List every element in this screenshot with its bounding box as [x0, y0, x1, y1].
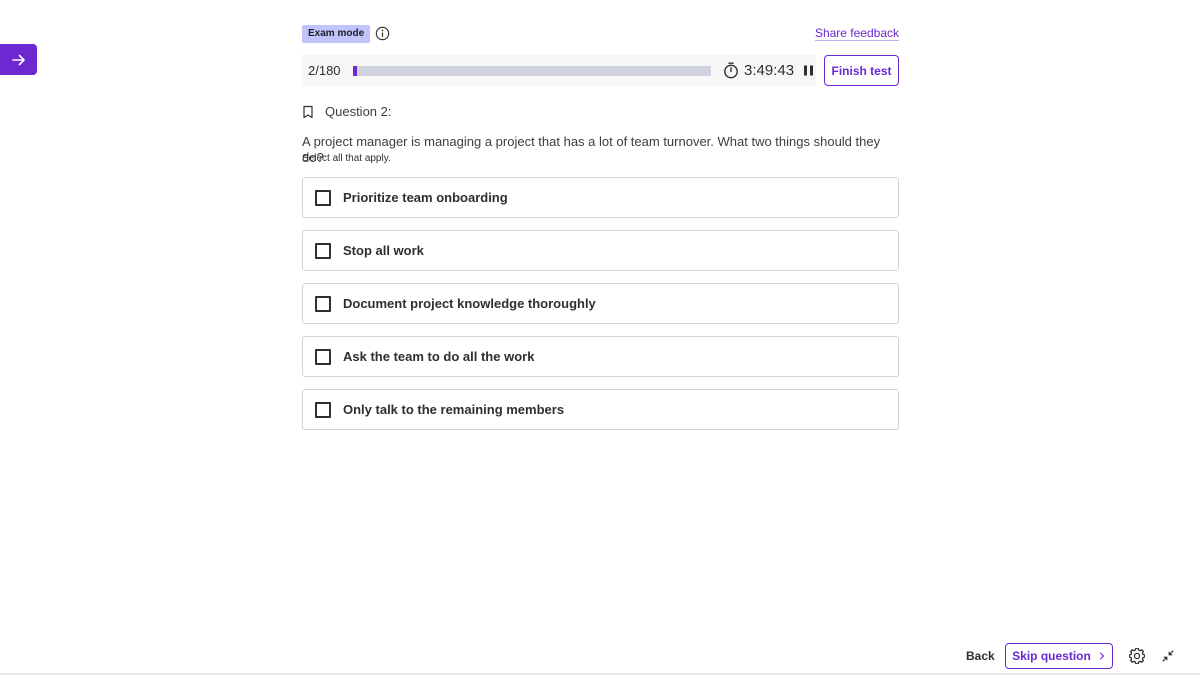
- gear-icon[interactable]: [1129, 648, 1145, 664]
- answer-checkbox[interactable]: [315, 401, 331, 418]
- answer-option[interactable]: Stop all work: [302, 230, 899, 271]
- answer-checkbox[interactable]: [315, 295, 331, 312]
- exam-mode-badge: Exam mode: [302, 25, 371, 43]
- chevron-right-icon: [1099, 652, 1104, 660]
- arrow-right-icon: [11, 54, 25, 65]
- back-button[interactable]: Back: [966, 643, 995, 669]
- answer-checkbox[interactable]: [315, 189, 331, 206]
- stopwatch-icon: [724, 62, 738, 79]
- exam-footer: Back Skip question: [0, 643, 1200, 669]
- info-icon[interactable]: [375, 26, 390, 41]
- question-hint: Select all that apply.: [302, 153, 391, 164]
- progress-bar-fill: [353, 65, 357, 76]
- exam-page: Exam mode Share feedback 2/180 3:49:43 F…: [0, 0, 1200, 675]
- timer: 3:49:43: [723, 62, 814, 79]
- progress-panel: 2/180 3:49:43: [302, 55, 816, 86]
- answer-label: Prioritize team onboarding: [343, 190, 508, 205]
- share-feedback-link[interactable]: Share feedback: [815, 26, 899, 40]
- pause-icon[interactable]: [803, 65, 814, 76]
- answer-checkbox[interactable]: [315, 348, 331, 365]
- exam-header: Exam mode Share feedback: [302, 25, 899, 43]
- question-header: Question 2:: [302, 104, 392, 119]
- answer-checkbox[interactable]: [315, 242, 331, 259]
- bookmark-icon[interactable]: [302, 105, 314, 119]
- question-counter: 2/180: [308, 63, 341, 78]
- timer-value: 3:49:43: [744, 62, 795, 79]
- answer-label: Ask the team to do all the work: [343, 349, 535, 364]
- answer-option[interactable]: Only talk to the remaining members: [302, 389, 899, 430]
- answer-option[interactable]: Document project knowledge thoroughly: [302, 283, 899, 324]
- skip-question-label: Skip question: [1012, 649, 1091, 663]
- finish-test-button[interactable]: Finish test: [824, 55, 899, 86]
- answer-option[interactable]: Prioritize team onboarding: [302, 177, 899, 218]
- sidebar-toggle-button[interactable]: [0, 44, 37, 75]
- progress-bar: [353, 65, 711, 76]
- answer-label: Stop all work: [343, 243, 424, 258]
- skip-question-button[interactable]: Skip question: [1005, 643, 1113, 669]
- question-text: A project manager is managing a project …: [302, 134, 881, 165]
- question-title: Question 2:: [325, 104, 392, 119]
- answer-option[interactable]: Ask the team to do all the work: [302, 336, 899, 377]
- answer-label: Document project knowledge thoroughly: [343, 296, 596, 311]
- answer-options: Prioritize team onboarding Stop all work…: [302, 177, 899, 442]
- collapse-icon[interactable]: [1162, 650, 1174, 662]
- answer-label: Only talk to the remaining members: [343, 402, 565, 417]
